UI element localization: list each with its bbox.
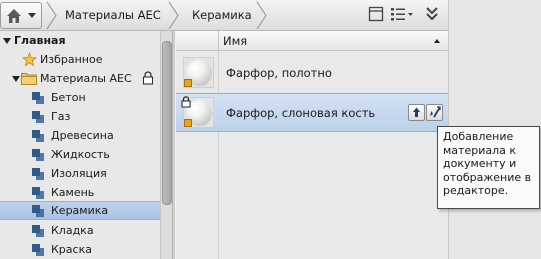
tooltip-line: документу и — [443, 157, 517, 171]
collapse-chevron-icon[interactable] — [425, 6, 439, 22]
lock-icon — [181, 96, 191, 108]
chevron-down-icon — [28, 13, 36, 18]
column-separator — [218, 31, 219, 51]
breadcrumb-item-label: Материалы AEC — [65, 8, 161, 22]
material-category-icon — [32, 187, 44, 199]
breadcrumb-toolbar: Материалы AEC Керамика — [0, 0, 448, 31]
asset-badge-icon — [184, 119, 192, 127]
tree-item-label: Главная — [14, 34, 66, 47]
tree-item-home[interactable]: Главная — [0, 31, 160, 50]
breadcrumb-item-label: Керамика — [192, 8, 252, 22]
tree-item-label: Бетон — [51, 91, 86, 104]
tree-item-liquid[interactable]: Жидкость — [0, 145, 160, 164]
star-icon — [22, 52, 37, 67]
material-category-icon — [32, 205, 44, 217]
tree-item-ceramics[interactable]: Керамика — [0, 201, 160, 220]
tree-item-insulation[interactable]: Изоляция — [0, 164, 160, 183]
column-header-name[interactable]: Имя — [223, 34, 247, 48]
tree-item-favorites[interactable]: Избранное — [0, 50, 160, 69]
tree-item-label: Краска — [51, 243, 92, 256]
list-item[interactable]: Фарфор, слоновая кость — [176, 93, 448, 132]
tooltip: Добавление материала к документу и отобр… — [437, 126, 540, 209]
sort-ascending-icon — [434, 39, 440, 43]
tree-item-label: Избранное — [40, 53, 103, 66]
tree-item-label: Керамика — [51, 204, 109, 217]
folder-icon — [21, 73, 37, 85]
tree-item-gas[interactable]: Газ — [0, 107, 160, 126]
tree-item-paint[interactable]: Краска — [0, 240, 160, 259]
arrow-up-icon — [413, 107, 420, 117]
view-options-icon[interactable] — [390, 6, 414, 22]
home-button[interactable] — [0, 2, 42, 29]
tree-item-stone[interactable]: Камень — [0, 183, 160, 202]
tree-item-label: Жидкость — [51, 148, 110, 161]
tree-item-masonry[interactable]: Кладка — [0, 221, 160, 240]
tooltip-line: материала к — [443, 143, 516, 157]
breadcrumb-separator-icon — [256, 2, 267, 29]
library-tree: Главная Избранное Материалы AEC Бетон Га… — [0, 31, 172, 259]
material-category-icon — [32, 92, 44, 104]
tree-item-label: Изоляция — [51, 167, 107, 180]
edit-brush-icon — [430, 106, 441, 118]
add-and-edit-button[interactable] — [426, 104, 443, 121]
tree-item-label: Газ — [51, 110, 71, 123]
material-category-icon — [32, 149, 44, 161]
material-name: Фарфор, полотно — [226, 66, 332, 80]
list-header: Имя — [176, 31, 448, 51]
expand-triangle-icon — [12, 76, 20, 82]
tree-item-concrete[interactable]: Бетон — [0, 88, 160, 107]
tree-item-label: Древесина — [51, 129, 114, 142]
scrollbar-thumb[interactable] — [162, 41, 172, 205]
tooltip-line: отображение в — [443, 170, 532, 184]
tree-item-label: Камень — [51, 186, 95, 199]
tree-scrollbar[interactable] — [160, 31, 172, 259]
material-name: Фарфор, слоновая кость — [226, 106, 376, 120]
panel-toggle-icon[interactable] — [368, 6, 384, 22]
material-thumbnail — [183, 57, 214, 88]
tooltip-line: редакторе. — [443, 184, 509, 198]
material-list: Имя Фарфор, полотно Фарфор, слоновая кос… — [176, 31, 448, 259]
material-category-icon — [32, 130, 44, 142]
list-item[interactable]: Фарфор, полотно — [176, 53, 448, 92]
material-category-icon — [32, 244, 44, 256]
tree-item-label: Кладка — [51, 224, 94, 237]
expand-triangle-icon — [3, 38, 11, 44]
home-icon — [7, 9, 21, 23]
breadcrumb-item-materials-aec[interactable]: Материалы AEC — [48, 2, 172, 29]
tooltip-line: Добавление — [443, 130, 514, 143]
lock-icon — [142, 71, 154, 85]
material-category-icon — [32, 111, 44, 123]
tree-item-wood[interactable]: Древесина — [0, 126, 160, 145]
tree-item-label: Материалы AEC — [40, 72, 132, 85]
add-to-document-button[interactable] — [408, 104, 425, 121]
tree-item-materials-aec[interactable]: Материалы AEC — [0, 69, 160, 88]
material-category-icon — [32, 225, 44, 237]
material-category-icon — [32, 168, 44, 180]
asset-badge-icon — [184, 79, 192, 87]
